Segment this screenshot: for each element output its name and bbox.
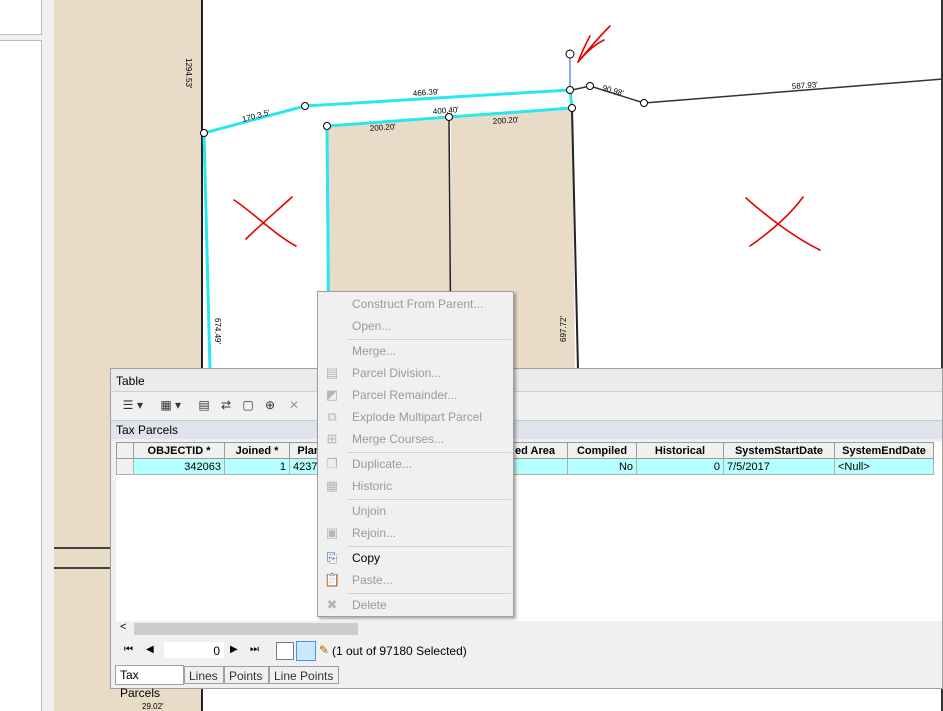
- parcel-division-icon: ▤: [325, 365, 339, 380]
- menu-item-label: Parcel Division...: [352, 366, 442, 380]
- tab-lines[interactable]: Lines: [184, 666, 224, 684]
- menu-item-label: Parcel Remainder...: [352, 388, 458, 402]
- menu-item-label: Merge...: [352, 344, 397, 358]
- menu-item-explode-multipart[interactable]: ⧉ Explode Multipart Parcel: [318, 406, 513, 428]
- dim-label: 697.72': [559, 316, 568, 342]
- rejoin-icon: ▣: [325, 525, 339, 540]
- column-header[interactable]: Compiled: [567, 442, 637, 459]
- menu-item-label: Rejoin...: [352, 526, 397, 540]
- pencil-icon: ✎: [319, 643, 330, 657]
- record-number-input[interactable]: 0: [164, 642, 224, 658]
- menu-item-label: Copy: [352, 551, 381, 565]
- menu-item-construct-from-parent[interactable]: Construct From Parent...: [318, 293, 513, 315]
- menu-item-open[interactable]: Open...: [318, 315, 513, 337]
- column-header[interactable]: Joined *: [224, 442, 290, 459]
- layer-header: Tax Parcels: [111, 420, 942, 439]
- dim-label: 466.39': [413, 87, 440, 98]
- menu-item-paste[interactable]: 📋 Paste...: [318, 569, 513, 591]
- menu-item-merge-courses[interactable]: ⊞ Merge Courses...: [318, 428, 513, 450]
- menu-item-label: Historic: [352, 479, 393, 493]
- dim-label: 1294.53': [184, 58, 193, 89]
- menu-item-parcel-division[interactable]: ▤ Parcel Division...: [318, 362, 513, 384]
- menu-item-label: Open...: [352, 319, 392, 333]
- copy-icon: ⎘: [326, 550, 338, 565]
- tab-points[interactable]: Points: [224, 666, 269, 684]
- menu-item-delete[interactable]: ✖ Delete: [318, 594, 513, 616]
- select-by-attributes-icon[interactable]: ▤: [195, 397, 213, 413]
- show-all-records-icon[interactable]: [276, 642, 294, 660]
- menu-item-label: Merge Courses...: [352, 432, 445, 446]
- dim-label: 200.20': [370, 122, 397, 133]
- record-navigation-bar: ⏮ ◀ 0 ▶ ⏭ ✎ (1 out of 97180 Selected): [116, 641, 942, 661]
- row-selector-header[interactable]: [116, 442, 134, 459]
- menu-item-parcel-remainder[interactable]: ◩ Parcel Remainder...: [318, 384, 513, 406]
- cell[interactable]: 1: [224, 458, 290, 475]
- cell[interactable]: 0: [636, 458, 724, 475]
- menu-item-copy[interactable]: ⎘ Copy: [318, 547, 513, 569]
- dim-label: 674.49': [213, 318, 222, 344]
- attribute-grid: OBJECTID * Joined * Plan ed Area Compile…: [116, 442, 942, 622]
- table-of-contents[interactable]: [0, 40, 42, 711]
- column-header[interactable]: Historical: [636, 442, 724, 459]
- dim-label: 29.02': [142, 702, 164, 711]
- dim-label: 200.20': [493, 115, 520, 126]
- horizontal-scrollbar[interactable]: <: [116, 621, 942, 637]
- left-panel-top: [0, 0, 42, 35]
- menu-item-merge[interactable]: Merge...: [318, 340, 513, 362]
- switch-selection-icon[interactable]: ⇄: [217, 397, 235, 413]
- header-row: OBJECTID * Joined * Plan ed Area Compile…: [116, 442, 934, 459]
- delete-icon: ✖: [326, 597, 338, 612]
- menu-item-historic[interactable]: ▦ Historic: [318, 475, 513, 497]
- menu-item-label: Unjoin: [352, 504, 387, 518]
- layer-name: Tax Parcels: [116, 423, 179, 437]
- cell[interactable]: 342063: [133, 458, 225, 475]
- menu-item-label: Explode Multipart Parcel: [352, 410, 483, 424]
- attribute-table-window: Table ☰ ▾ ▦ ▾ ▤ ⇄ ▢ ⊕ ✕ Tax Parcels OBJE…: [110, 368, 943, 700]
- last-record-icon[interactable]: ⏭: [250, 644, 259, 655]
- scroll-thumb[interactable]: [134, 623, 358, 635]
- scroll-left-icon[interactable]: <: [120, 621, 126, 633]
- historic-icon: ▦: [325, 478, 339, 493]
- menu-item-label: Construct From Parent...: [352, 297, 484, 311]
- delete-selected-icon[interactable]: ✕: [285, 397, 303, 413]
- table-title: Table: [116, 374, 145, 388]
- tab-line-points[interactable]: Line Points: [269, 666, 339, 684]
- column-header[interactable]: SystemStartDate: [723, 442, 835, 459]
- table-title-bar[interactable]: Table: [111, 369, 942, 392]
- context-menu: Construct From Parent... Open... Merge..…: [317, 291, 514, 617]
- first-record-icon[interactable]: ⏮: [124, 644, 133, 655]
- explode-icon: ⧉: [327, 409, 337, 424]
- menu-item-unjoin[interactable]: Unjoin: [318, 500, 513, 522]
- dim-label: 587.93': [792, 80, 819, 91]
- duplicate-icon: ❐: [326, 456, 338, 471]
- column-header[interactable]: OBJECTID *: [133, 442, 225, 459]
- parcel-remainder-icon: ◩: [325, 387, 339, 402]
- column-header[interactable]: SystemEndDate: [834, 442, 934, 459]
- left-dock-panel: [0, 0, 54, 711]
- next-record-icon[interactable]: ▶: [230, 644, 238, 655]
- table-toolbar: ☰ ▾ ▦ ▾ ▤ ⇄ ▢ ⊕ ✕: [111, 392, 942, 420]
- menu-item-label: Delete: [352, 598, 387, 612]
- dim-label: 400.40': [433, 105, 460, 116]
- zoom-to-selected-icon[interactable]: ⊕: [261, 397, 279, 413]
- previous-record-icon[interactable]: ◀: [146, 644, 154, 655]
- show-selected-records-icon[interactable]: [296, 641, 316, 661]
- menu-item-label: Paste...: [352, 573, 393, 587]
- row-selector[interactable]: [116, 458, 134, 475]
- menu-item-label: Duplicate...: [352, 457, 413, 471]
- merge-courses-icon: ⊞: [326, 431, 338, 446]
- cell[interactable]: <Null>: [834, 458, 934, 475]
- cell[interactable]: 7/5/2017: [723, 458, 835, 475]
- related-tables-dropdown-icon[interactable]: ▾: [173, 397, 183, 413]
- paste-icon: 📋: [324, 572, 341, 587]
- menu-item-duplicate[interactable]: ❐ Duplicate...: [318, 453, 513, 475]
- tab-tax-parcels[interactable]: Tax Parcels: [115, 665, 184, 700]
- selection-status: (1 out of 97180 Selected): [332, 644, 467, 658]
- clear-selection-icon[interactable]: ▢: [239, 397, 257, 413]
- menu-item-rejoin[interactable]: ▣ Rejoin...: [318, 522, 513, 544]
- table-options-dropdown-icon[interactable]: ▾: [135, 397, 145, 413]
- cell[interactable]: No: [567, 458, 637, 475]
- table-row[interactable]: 342063 1 4237 a No 0 7/5/2017 <Null>: [116, 458, 934, 475]
